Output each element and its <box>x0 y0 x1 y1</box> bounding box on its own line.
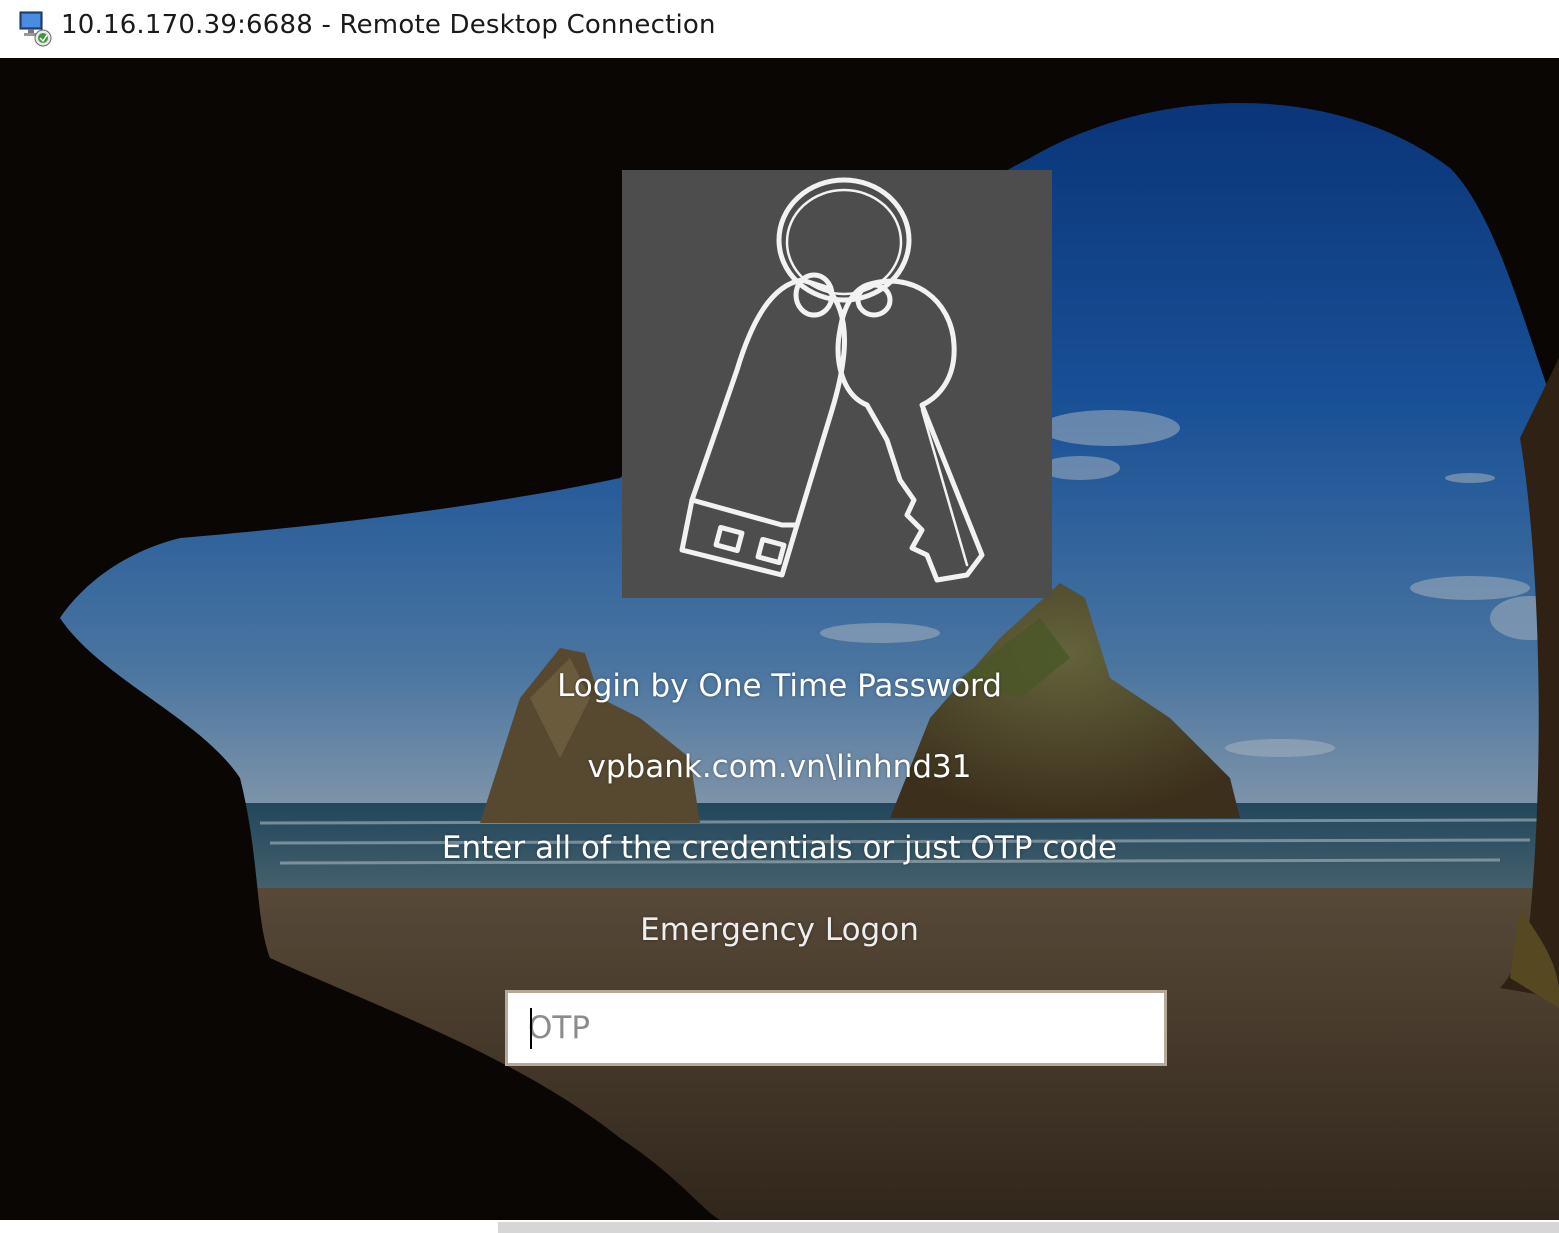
text-caret <box>530 1008 532 1049</box>
logon-username: vpbank.com.vn\linhnd31 <box>587 749 972 785</box>
emergency-logon-link[interactable]: Emergency Logon <box>0 912 1559 948</box>
logon-heading: Login by One Time Password <box>557 668 1002 704</box>
window-titlebar[interactable]: 10.16.170.39:6688 - Remote Desktop Conne… <box>0 0 1559 58</box>
remote-desktop-icon <box>19 11 52 47</box>
keys-usb-keyring-icon <box>679 177 985 583</box>
otp-input[interactable] <box>508 993 1164 1063</box>
logon-instruction: Enter all of the credentials or just OTP… <box>441 830 1118 866</box>
horizontal-scrollbar[interactable] <box>498 1222 1559 1233</box>
window-title: 10.16.170.39:6688 - Remote Desktop Conne… <box>61 10 716 40</box>
credential-tile <box>622 170 1052 598</box>
remote-desktop-view[interactable]: Login by One Time Password vpbank.com.vn… <box>0 58 1559 1220</box>
otp-field[interactable] <box>505 990 1167 1066</box>
